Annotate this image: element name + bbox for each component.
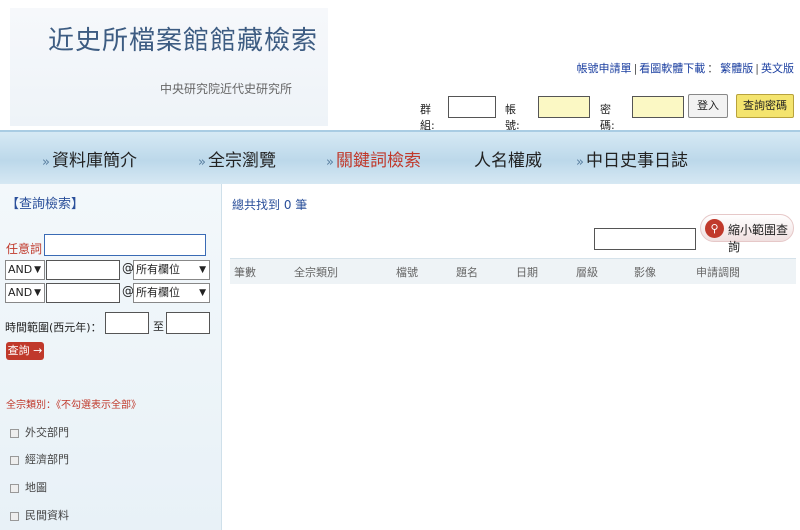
column-header: 全宗類別 <box>294 266 338 279</box>
chevron-right-icon: » <box>42 155 50 170</box>
link-separator: ： <box>707 62 719 75</box>
field-value: 所有欄位 <box>136 286 180 299</box>
operator-select[interactable]: AND ▼ <box>5 283 45 303</box>
password-label: 密 碼: <box>600 103 615 132</box>
nav-item-database-intro[interactable]: » 資料庫簡介 <box>42 146 137 171</box>
checkbox[interactable] <box>10 428 19 438</box>
checkbox[interactable] <box>10 511 19 521</box>
query-password-button[interactable]: 查詢密碼 <box>736 94 794 118</box>
account-input[interactable] <box>538 96 590 118</box>
query-button-label: 查詢 <box>7 344 30 357</box>
category-item[interactable]: 外交部門 <box>10 424 69 440</box>
column-header: 層級 <box>576 266 598 279</box>
english-link[interactable]: 英文版 <box>761 62 794 75</box>
arrow-right-icon: → <box>29 344 43 357</box>
search-panel: 【查詢檢索】 任意詞 AND ▼ @ 所有欄位 ▼ AND ▼ @ 所有欄位 ▼ 時間範… <box>0 184 222 530</box>
nav-item-label: 人名權威 <box>474 151 542 171</box>
nav-item-label: 中日史事日誌 <box>585 151 688 171</box>
group-input[interactable] <box>448 96 496 118</box>
chevron-right-icon: » <box>576 155 584 170</box>
time-to-label: 至 <box>153 320 164 333</box>
category-label: 經濟部門 <box>25 453 69 466</box>
results-table-header: 筆數 全宗類別 檔號 題名 日期 層級 影像 申請調閱 <box>230 258 796 284</box>
results-panel: 總共找到 0 筆 ⚲ 縮小範圍查詢 筆數 全宗類別 檔號 題名 日期 層級 影像… <box>222 184 800 530</box>
site-subtitle: 中央研究院近代史研究所 <box>160 82 293 96</box>
field-select[interactable]: 所有欄位 ▼ <box>133 283 210 303</box>
narrow-search-label: 縮小範圍查詢 <box>728 223 789 254</box>
column-header: 日期 <box>516 266 538 279</box>
account-label: 帳 號: <box>505 103 520 132</box>
column-header: 檔號 <box>396 266 418 279</box>
nav-item-sino-japanese-chronicle[interactable]: » 中日史事日誌 <box>576 146 688 171</box>
any-word-input[interactable] <box>44 234 206 256</box>
link-separator: | <box>633 62 638 75</box>
results-total: 總共找到 0 筆 <box>232 198 308 212</box>
field-value: 所有欄位 <box>136 263 180 276</box>
time-to-input[interactable] <box>166 312 210 334</box>
nav-item-label: 資料庫簡介 <box>51 151 137 171</box>
category-item[interactable]: 地圖 <box>10 479 47 495</box>
top-links: 帳號申請單 | 看圖軟體下載：繁體版 | 英文版 <box>577 60 794 76</box>
login-button[interactable]: 登入 <box>688 94 728 118</box>
narrow-search-input[interactable] <box>594 228 696 250</box>
query-button[interactable]: 查詢 → <box>6 342 44 360</box>
main-nav: » 資料庫簡介 » 全宗瀏覽 » 關鍵詞檢索 人名權威 » 中日史事日誌 <box>0 130 800 184</box>
category-label: 地圖 <box>25 481 47 494</box>
category-label: 民間資料 <box>25 509 69 522</box>
checkbox[interactable] <box>10 455 19 465</box>
chevron-down-icon: ▼ <box>199 288 206 298</box>
time-from-input[interactable] <box>105 312 149 334</box>
nav-item-keyword-search[interactable]: » 關鍵詞檢索 <box>326 146 421 171</box>
nav-item-label: 全宗瀏覽 <box>207 151 276 171</box>
chevron-right-icon: » <box>198 155 206 170</box>
category-item[interactable]: 民間資料 <box>10 507 69 523</box>
any-word-label: 任意詞 <box>6 242 43 256</box>
group-label: 群組: <box>420 103 435 132</box>
password-input[interactable] <box>632 96 684 118</box>
keyword-input[interactable] <box>46 283 120 303</box>
column-header: 題名 <box>456 266 478 279</box>
chevron-down-icon: ▼ <box>34 288 41 298</box>
column-header: 影像 <box>634 266 656 279</box>
operator-value: AND <box>8 263 33 276</box>
narrow-search-button[interactable]: ⚲ 縮小範圍查詢 <box>700 214 794 254</box>
column-header: 筆數 <box>234 266 256 279</box>
search-icon: ⚲ <box>705 219 724 238</box>
chevron-right-icon: » <box>326 155 334 170</box>
operator-select[interactable]: AND ▼ <box>5 260 45 280</box>
nav-item-label: 關鍵詞檢索 <box>335 151 421 171</box>
link-separator: | <box>755 62 759 75</box>
category-item[interactable]: 經濟部門 <box>10 451 69 467</box>
nav-item-fonds-browse[interactable]: » 全宗瀏覽 <box>198 146 276 171</box>
column-header: 申請調閱 <box>696 266 740 279</box>
category-title: 全宗類別：《不勾選表示全部》 <box>6 400 141 411</box>
category-label: 外交部門 <box>25 426 69 439</box>
keyword-input[interactable] <box>46 260 120 280</box>
search-section-title: 【查詢檢索】 <box>6 197 85 212</box>
field-select[interactable]: 所有欄位 ▼ <box>133 260 210 280</box>
account-application-link[interactable]: 帳號申請單 <box>577 62 632 75</box>
traditional-chinese-link[interactable]: 繁體版 <box>720 62 753 75</box>
viewer-download-link[interactable]: 看圖軟體下載 <box>639 62 705 75</box>
operator-value: AND <box>8 286 33 299</box>
time-range-label: 時間範圍(西元年)： <box>5 321 102 334</box>
site-title: 近史所檔案館館藏檢索 <box>48 26 319 56</box>
chevron-down-icon: ▼ <box>34 265 41 275</box>
nav-item-name-authority[interactable]: 人名權威 <box>474 146 542 171</box>
chevron-down-icon: ▼ <box>199 265 206 275</box>
header: 近史所檔案館館藏檢索 中央研究院近代史研究所 帳號申請單 | 看圖軟體下載：繁體版 |… <box>0 0 800 132</box>
checkbox[interactable] <box>10 483 19 493</box>
